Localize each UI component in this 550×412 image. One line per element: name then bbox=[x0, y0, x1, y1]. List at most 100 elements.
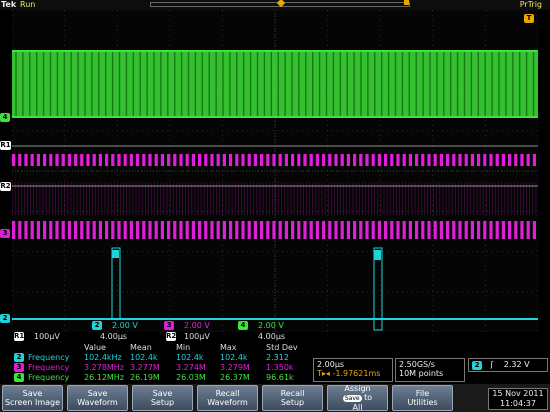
ch3-pulse bbox=[111, 154, 115, 166]
ch3-pulse bbox=[49, 154, 53, 166]
r2-ground-marker[interactable]: R2 bbox=[0, 182, 11, 191]
ch3-pulse bbox=[371, 154, 375, 166]
r1-ground-marker[interactable]: R1 bbox=[0, 141, 11, 150]
meas-ch-badge: 3 bbox=[14, 363, 24, 372]
meas-name: Frequency bbox=[28, 353, 70, 362]
ch3-pulse bbox=[483, 221, 487, 239]
ch3-pulse bbox=[390, 221, 394, 239]
ch3-pulse bbox=[328, 154, 332, 166]
record-length: 10M points bbox=[399, 369, 444, 378]
ch3-pulse bbox=[235, 154, 239, 166]
ch3-pulse bbox=[508, 154, 512, 166]
meas-stddev: 96.61k bbox=[266, 373, 294, 382]
ch3-pulse bbox=[142, 154, 146, 166]
ch3-pulse bbox=[260, 154, 264, 166]
ch3-pulse bbox=[284, 154, 288, 166]
ch3-pulse bbox=[136, 154, 140, 166]
softkey-line: Assign bbox=[344, 384, 371, 393]
ch4-waveform bbox=[12, 50, 538, 118]
ch3-pulse bbox=[446, 154, 450, 166]
ch3-pulse bbox=[334, 154, 338, 166]
trigger-position: -1.97621ms bbox=[332, 369, 381, 378]
ch3-pulse bbox=[92, 154, 96, 166]
timebase-readout[interactable]: 2.00µs T▸◂ -1.97621ms bbox=[313, 358, 393, 382]
meas-ch-badge: 2 bbox=[14, 353, 24, 362]
ch3-pulse bbox=[309, 221, 313, 239]
r2-volts: 100µV bbox=[184, 332, 210, 341]
ch3-pulse bbox=[117, 221, 121, 239]
ch3-pulse bbox=[222, 221, 226, 239]
ch3-pulse bbox=[229, 154, 233, 166]
ch3-pulse bbox=[408, 221, 412, 239]
ch3-ground-marker[interactable]: 3 bbox=[0, 229, 10, 238]
ch3-pulse bbox=[216, 154, 220, 166]
ch3-pulse bbox=[30, 221, 34, 239]
waveform-display[interactable]: T bbox=[12, 10, 538, 332]
ch3-pulse bbox=[439, 221, 443, 239]
ch3-pulse bbox=[272, 221, 276, 239]
date: 15 Nov 2011 bbox=[492, 389, 544, 398]
ch3-pulse bbox=[266, 154, 270, 166]
meas-min: 102.4k bbox=[176, 353, 204, 362]
ch3-pulse bbox=[297, 221, 301, 239]
softkey-line: Utilities bbox=[407, 398, 438, 407]
ch2-pulse-top bbox=[374, 250, 381, 260]
softkey-line: Save bbox=[152, 389, 173, 398]
ch3-pulse bbox=[359, 154, 363, 166]
softkey-line: Waveform bbox=[77, 398, 118, 407]
acquisition-readout[interactable]: 2.50GS/s 10M points bbox=[395, 358, 465, 382]
ch3-pulse bbox=[483, 154, 487, 166]
brand-logo: Tek bbox=[1, 0, 17, 9]
ch3-pulse bbox=[160, 221, 164, 239]
recall-setup-button[interactable]: Recall Setup bbox=[262, 385, 323, 411]
save-key-icon: Save bbox=[342, 395, 362, 402]
softkey-line: Save bbox=[87, 389, 108, 398]
trigger-t-marker: T bbox=[524, 14, 534, 23]
ch3-pulse bbox=[185, 221, 189, 239]
measurement-row[interactable]: 3 Frequency 3.278MHz 3.277M 3.274M 3.279… bbox=[0, 363, 312, 373]
ch3-pulse bbox=[204, 221, 208, 239]
ch4-badge[interactable]: 4 bbox=[238, 321, 248, 330]
ch3-pulse bbox=[278, 154, 282, 166]
ch3-pulse bbox=[74, 154, 78, 166]
ch3-pulse bbox=[185, 154, 189, 166]
measurement-row[interactable]: 4 Frequency 26.12MHz 26.19M 26.03M 26.37… bbox=[0, 373, 312, 383]
ch3-pulse bbox=[501, 221, 505, 239]
ch3-pulse bbox=[160, 154, 164, 166]
assign-save-button[interactable]: Assign Save to All bbox=[327, 384, 388, 412]
ch3-pulse bbox=[390, 154, 394, 166]
softkey-line: Recall bbox=[280, 389, 305, 398]
ch2-badge[interactable]: 2 bbox=[92, 321, 102, 330]
ch4-envelope bbox=[12, 52, 538, 116]
meas-stddev: 2.312 bbox=[266, 353, 289, 362]
ch3-badge[interactable]: 3 bbox=[164, 321, 174, 330]
ch3-pulse bbox=[396, 221, 400, 239]
ch3-pulse bbox=[36, 221, 40, 239]
ch3-pulse bbox=[514, 154, 518, 166]
r1-badge: R1 bbox=[14, 332, 25, 341]
ch4-ground-marker[interactable]: 4 bbox=[0, 113, 10, 122]
status-bar: Tek Run PrTrig bbox=[0, 0, 550, 10]
meas-min: 26.03M bbox=[176, 373, 206, 382]
ch3-pulse bbox=[98, 221, 102, 239]
ch3-pulse bbox=[74, 221, 78, 239]
ch3-pulse bbox=[105, 154, 109, 166]
sample-rate: 2.50GS/s bbox=[399, 360, 435, 369]
ch3-pulse bbox=[452, 221, 456, 239]
ch3-pulse bbox=[36, 154, 40, 166]
ch3-pulse bbox=[433, 221, 437, 239]
save-setup-button[interactable]: Save Setup bbox=[132, 385, 193, 411]
ch3-pulse bbox=[253, 154, 257, 166]
ch2-pulse bbox=[111, 247, 121, 320]
recall-waveform-button[interactable]: Recall Waveform bbox=[197, 385, 258, 411]
trigger-readout[interactable]: 2 ʃ 2.32 V bbox=[468, 358, 548, 372]
file-utilities-button[interactable]: File Utilities bbox=[392, 385, 453, 411]
measurement-row[interactable]: 2 Frequency 102.4kHz 102.4k 102.4k 102.4… bbox=[0, 353, 312, 363]
meas-min: 3.274M bbox=[176, 363, 206, 372]
softkey-line: All bbox=[352, 403, 363, 412]
save-waveform-button[interactable]: Save Waveform bbox=[67, 385, 128, 411]
record-window-marker bbox=[404, 0, 409, 5]
ch3-pulse bbox=[129, 221, 133, 239]
save-screen-image-button[interactable]: Save Screen Image bbox=[2, 385, 63, 411]
meas-value: 26.12MHz bbox=[84, 373, 125, 382]
